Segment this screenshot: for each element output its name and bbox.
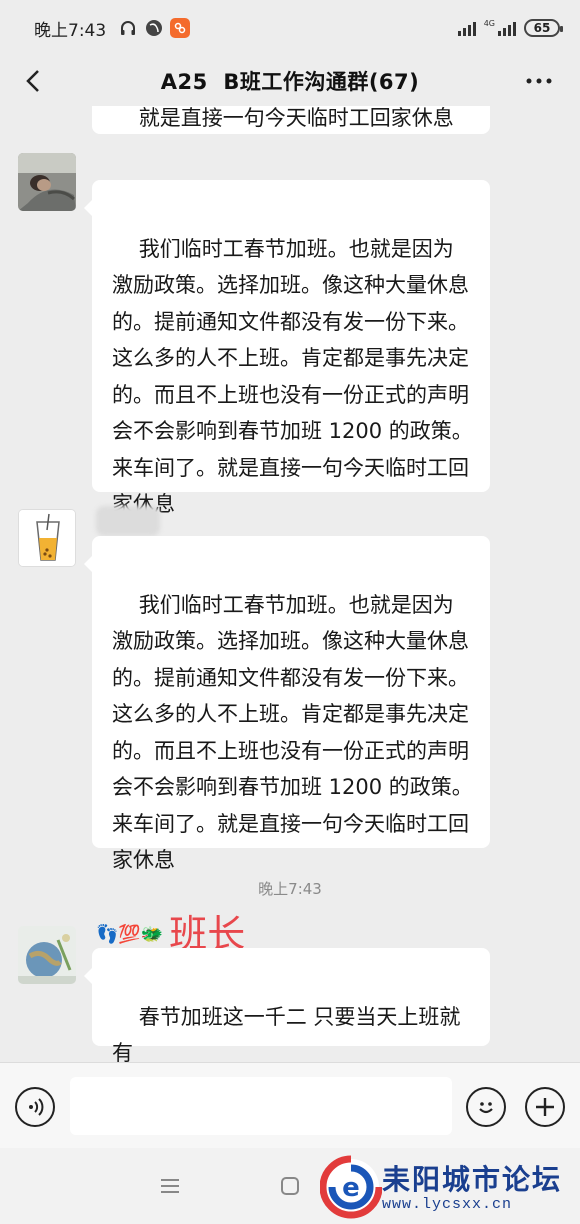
nav-menu-button[interactable] <box>158 1174 182 1198</box>
status-bar: 晚上7:43 4G 65 <box>0 0 580 56</box>
avatar[interactable] <box>18 926 76 984</box>
message-text: 我们临时工春节加班。也就是因为激励政策。选择加班。像这种大量休息的。提前通知文件… <box>112 592 473 873</box>
avatar[interactable] <box>18 153 76 211</box>
sender-emoji: 👣💯🐲 <box>96 923 164 945</box>
nav-home-button[interactable] <box>278 1174 302 1198</box>
back-button[interactable] <box>16 64 50 98</box>
message-text: 春节加班这一千二 只要当天上班就有 <box>112 1004 461 1063</box>
status-left: 晚上7:43 <box>34 16 191 41</box>
back-chevron-icon <box>26 70 39 92</box>
signal-icon <box>457 20 476 36</box>
battery-icon: 65 <box>524 19 563 37</box>
network-type-label: 4G <box>483 19 495 28</box>
message-input[interactable] <box>70 1077 452 1135</box>
headphones-icon <box>118 18 138 38</box>
more-dots-icon <box>526 78 552 84</box>
sender-name-blurred <box>96 506 160 536</box>
message-bubble[interactable]: 我们临时工春节加班。也就是因为激励政策。选择加班。像这种大量休息的。提前通知文件… <box>84 536 490 872</box>
message-bubble[interactable]: 春节加班这一千二 只要当天上班就有 <box>84 948 490 1062</box>
chat-header: A25 B班工作沟通群(67) <box>0 56 580 106</box>
voice-icon <box>29 1098 44 1116</box>
vpn-globe-icon <box>144 18 164 38</box>
forum-watermark: e 耒阳城市论坛 www.lycsxx.cn <box>320 1152 580 1222</box>
avatar[interactable] <box>18 509 76 567</box>
chat-title: A25 B班工作沟通群(67) <box>160 70 420 94</box>
message-bubble-partial[interactable]: 就是直接一句今天临时工回家休息 <box>92 106 490 134</box>
status-time: 晚上7:43 <box>34 20 107 41</box>
emoji-icon <box>479 1102 493 1114</box>
message-text: 就是直接一句今天临时工回家休息 <box>138 106 454 130</box>
watermark-title: 耒阳城市论坛 <box>382 1163 563 1196</box>
home-square-icon <box>281 1177 299 1195</box>
app-notification-icon <box>170 18 191 38</box>
more-functions-button[interactable] <box>525 1087 565 1127</box>
status-icons <box>118 18 191 38</box>
battery-level: 65 <box>533 21 551 35</box>
chat-message-list[interactable]: 就是直接一句今天临时工回家休息 我们临时工春节加班。也就是因为激励政策。选择加班… <box>0 106 580 1062</box>
status-right: 4G 65 <box>457 19 563 37</box>
more-options-button[interactable] <box>522 64 556 98</box>
time-divider: 晚上7:43 <box>258 880 322 898</box>
svg-text:e: e <box>342 1173 360 1203</box>
emoji-button[interactable] <box>466 1087 506 1127</box>
message-bubble[interactable]: 我们临时工春节加班。也就是因为激励政策。选择加班。像这种大量休息的。提前通知文件… <box>84 180 490 516</box>
plus-icon <box>536 1098 554 1116</box>
menu-lines-icon <box>161 1179 179 1193</box>
message-input-bar <box>0 1062 580 1148</box>
signal-4g-icon: 4G <box>484 20 516 36</box>
watermark-url: www.lycsxx.cn <box>382 1196 513 1213</box>
message-text: 我们临时工春节加班。也就是因为激励政策。选择加班。像这种大量休息的。提前通知文件… <box>112 236 473 517</box>
forum-logo-icon: e <box>320 1155 382 1219</box>
voice-button[interactable] <box>15 1087 55 1127</box>
